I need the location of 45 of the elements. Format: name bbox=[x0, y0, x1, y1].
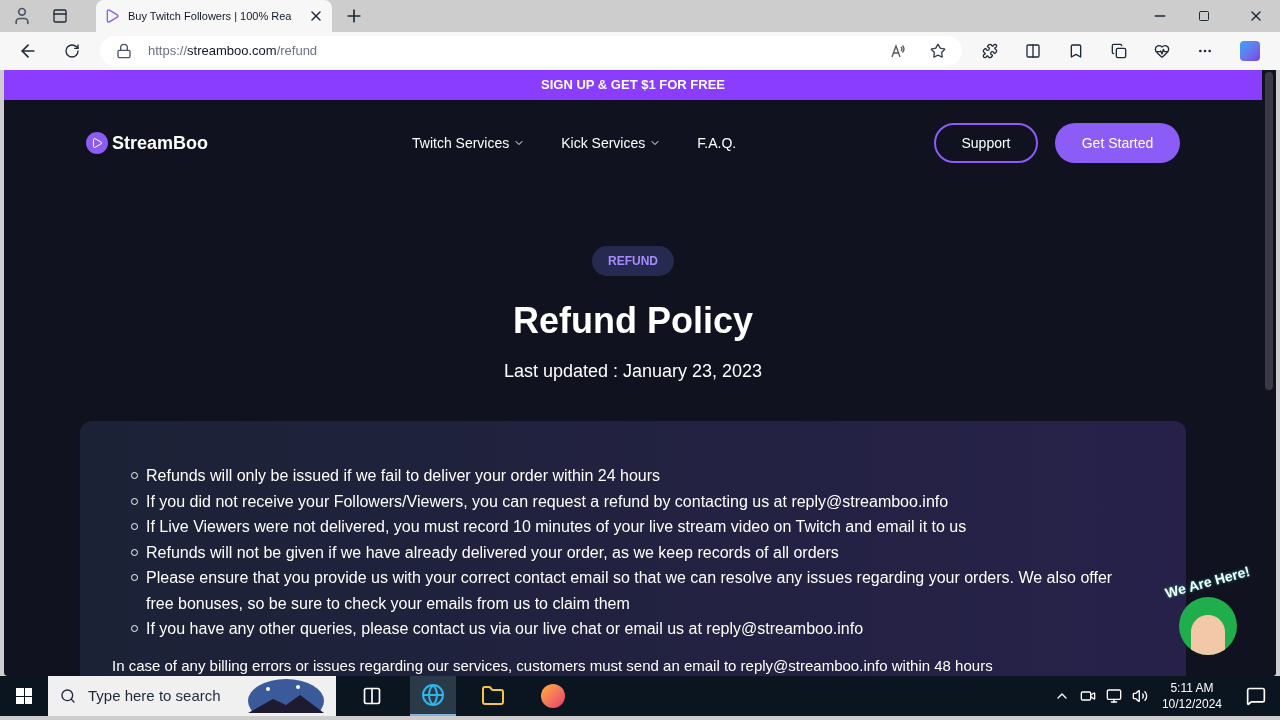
favorites-icon[interactable] bbox=[1068, 43, 1084, 59]
volume-icon[interactable] bbox=[1131, 688, 1148, 704]
taskbar-search-field[interactable]: Type here to search bbox=[48, 676, 336, 716]
restore-icon[interactable] bbox=[1198, 10, 1210, 22]
section-badge: REFUND bbox=[592, 246, 674, 276]
notifications-icon[interactable] bbox=[1246, 686, 1266, 706]
chat-label: We Are Here! bbox=[1163, 562, 1253, 603]
tab-title: Buy Twitch Followers | 100% Rea bbox=[128, 8, 293, 24]
collections-icon[interactable] bbox=[1111, 43, 1127, 59]
nav-link[interactable]: Twitch Services bbox=[412, 132, 526, 154]
extensions-icon[interactable] bbox=[982, 43, 998, 59]
promo-banner[interactable]: SIGN UP & GET $1 FOR FREE bbox=[4, 70, 1262, 100]
split-screen-icon[interactable] bbox=[1025, 43, 1041, 59]
last-updated-text: Last updated : January 23, 2023 bbox=[503, 360, 763, 383]
nav-link[interactable]: Kick Services bbox=[561, 132, 662, 154]
page-title: Refund Policy bbox=[513, 299, 753, 343]
policy-item: If you did not receive your Followers/Viewers, you can request a refund by contacting us at reply@streamboo.info bbox=[146, 491, 949, 512]
profile-icon[interactable] bbox=[12, 6, 32, 26]
support-button[interactable]: Support bbox=[934, 123, 1038, 163]
favorite-icon[interactable] bbox=[930, 43, 946, 59]
logo-icon bbox=[86, 132, 108, 154]
policy-item: Refunds will not be given if we have already delivered your order, as we keep records of all orders bbox=[146, 542, 839, 563]
address-bar[interactable]: https://streamboo.com/refund bbox=[100, 36, 962, 66]
scrollbar-thumb[interactable] bbox=[1265, 72, 1273, 390]
camera-icon[interactable] bbox=[1079, 688, 1096, 704]
clock[interactable]: 5:11 AM 10/12/2024 bbox=[1161, 680, 1222, 712]
get-started-button[interactable]: Get Started bbox=[1055, 123, 1180, 163]
lock-icon bbox=[116, 43, 132, 59]
read-aloud-icon[interactable] bbox=[890, 43, 906, 59]
policy-paragraph: In case of any billing errors or issues regarding our services, customers must send an email to reply@streamboo.info within 48 hours bbox=[112, 655, 994, 676]
policy-item: Please ensure that you provide us with your correct contact email so that we can resolve any issues regarding your orders. We also offer free bonuses, so be sure to check your emails from us to claim them bbox=[146, 568, 1114, 614]
policy-item: Refunds will only be issued if we fail to deliver your order within 24 hours bbox=[146, 466, 661, 486]
reload-icon[interactable] bbox=[64, 43, 80, 59]
site-favicon bbox=[104, 8, 120, 24]
policy-item: If Live Viewers were not delivered, you must record 10 minutes of your live stream video on Twitch and email it to us bbox=[146, 517, 967, 537]
chat-widget[interactable]: We Are Here! bbox=[1146, 558, 1270, 666]
tab-actions-icon[interactable] bbox=[52, 8, 68, 24]
network-icon[interactable] bbox=[1105, 688, 1122, 704]
health-icon[interactable] bbox=[1154, 43, 1170, 59]
nav-link[interactable]: F.A.Q. bbox=[697, 132, 737, 154]
start-icon[interactable] bbox=[16, 688, 32, 704]
policy-item: If you have any other queries, please contact us via our live chat or email us at reply@streamboo.info bbox=[146, 619, 864, 639]
logo-text[interactable]: StreamBoo bbox=[112, 129, 209, 157]
search-icon bbox=[60, 688, 76, 704]
browser-tab[interactable]: Buy Twitch Followers | 100% Rea bbox=[96, 0, 332, 32]
